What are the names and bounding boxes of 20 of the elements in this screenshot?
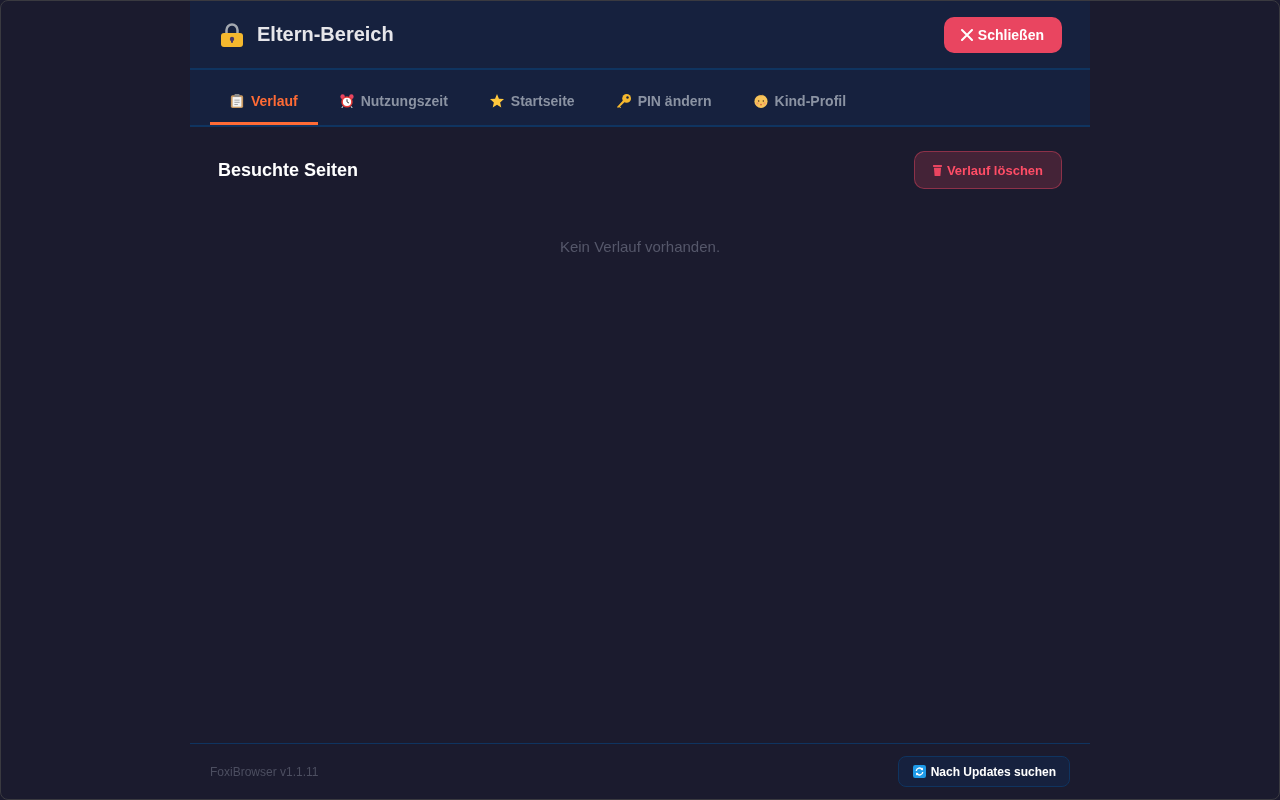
alarm-clock-icon [339,94,354,108]
clipboard-icon [230,94,244,108]
check-updates-button[interactable]: Nach Updates suchen [897,756,1070,787]
key-icon [616,94,631,108]
section-title: Besuchte Seiten [218,159,359,181]
tab[interactable]: Startseite [469,80,595,125]
empty-message: Kein Verlauf vorhanden. [558,237,722,255]
window-title: Eltern-Bereich [257,23,394,46]
refresh-icon [912,765,926,778]
tab[interactable]: PIN ändern [596,80,732,125]
trash-icon [932,164,942,176]
close-icon [960,28,973,41]
clear-history-button[interactable]: Verlauf löschen [913,151,1062,189]
star-icon [489,94,504,108]
close-button[interactable]: Schließen [943,16,1062,53]
baby-face-icon [753,94,768,108]
tab[interactable]: Kind-Profil [733,80,867,125]
lock-icon [221,22,243,47]
tab[interactable]: Verlauf [210,80,318,125]
tab[interactable]: Nutzungszeit [319,80,468,125]
